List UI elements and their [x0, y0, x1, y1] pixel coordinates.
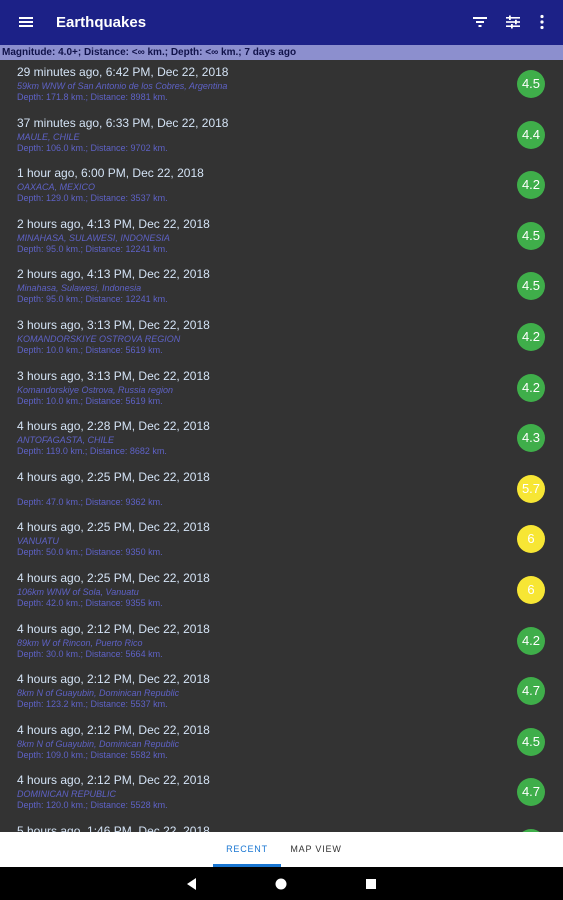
tab-recent[interactable]: RECENT [213, 832, 281, 867]
magnitude-badge: 4.4 [517, 120, 545, 149]
quake-time: 3 hours ago, 3:13 PM, Dec 22, 2018 [17, 318, 210, 332]
quake-details: Depth: 106.0 km.; Distance: 9702 km. [17, 142, 168, 153]
magnitude-badge: 4.7 [517, 677, 545, 706]
earthquake-list[interactable]: 29 minutes ago, 6:42 PM, Dec 22, 2018 59k… [0, 60, 563, 832]
quake-list-item[interactable]: 2 hours ago, 4:13 PM, Dec 22, 2018 MINAHA… [0, 212, 563, 263]
quake-time: 4 hours ago, 2:12 PM, Dec 22, 2018 [17, 621, 210, 636]
magnitude-badge: 4.7 [517, 778, 545, 807]
quake-time: 4 hours ago, 2:25 PM, Dec 22, 2018 [17, 469, 210, 484]
app-bar: Earthquakes [0, 0, 563, 45]
back-icon[interactable] [183, 875, 201, 893]
quake-time: 4 hours ago, 2:12 PM, Dec 22, 2018 [17, 722, 210, 737]
quake-time: 1 hour ago, 6:00 PM, Dec 22, 2018 [17, 166, 204, 181]
quake-list-item[interactable]: 4 hours ago, 2:12 PM, Dec 22, 2018 89km W… [0, 617, 563, 668]
quake-list-item[interactable]: 4 hours ago, 2:25 PM, Dec 22, 2018 VANUAT… [0, 515, 563, 566]
quake-list-item[interactable]: 37 minutes ago, 6:33 PM, Dec 22, 2018 MAU… [0, 111, 563, 162]
magnitude-badge: 4.5 [517, 727, 545, 756]
quake-details: Depth: 10.0 km.; Distance: 5619 km. [17, 395, 163, 406]
quake-details: Depth: 47.0 km.; Distance: 9362 km. [17, 496, 163, 507]
quake-time: 3 hours ago, 3:13 PM, Dec 22, 2018 [17, 368, 210, 383]
quake-list-item[interactable]: 4 hours ago, 2:12 PM, Dec 22, 2018 8km N … [0, 667, 563, 718]
quake-time: 2 hours ago, 4:13 PM, Dec 22, 2018 [17, 267, 210, 282]
magnitude-badge: 4.2 [517, 171, 545, 200]
quake-place: 59km WNW of San Antonio de los Cobres, A… [17, 81, 228, 91]
quake-time: 2 hours ago, 4:13 PM, Dec 22, 2018 [17, 216, 210, 231]
quake-list-item[interactable]: 4 hours ago, 2:25 PM, Dec 22, 2018 Depth:… [0, 465, 563, 516]
quake-time: 5 hours ago, 1:46 PM, Dec 22, 2018 [17, 824, 210, 832]
quake-details: Depth: 171.8 km.; Distance: 8981 km. [17, 92, 168, 102]
quake-place: VANUATU [17, 536, 59, 547]
magnitude-badge: 6 [517, 576, 545, 604]
quake-details: Depth: 109.0 km.; Distance: 5582 km. [17, 749, 168, 760]
magnitude-badge: 4.5 [517, 221, 545, 250]
quake-time: 4 hours ago, 2:12 PM, Dec 22, 2018 [17, 773, 210, 788]
filter-summary[interactable]: Magnitude: 4.0+; Distance: <∞ km.; Depth… [0, 45, 563, 60]
system-nav-bar [0, 867, 563, 900]
filter-icon[interactable] [470, 12, 490, 32]
quake-time: 4 hours ago, 2:25 PM, Dec 22, 2018 [17, 571, 210, 585]
quake-list-item[interactable]: 3 hours ago, 3:13 PM, Dec 22, 2018 Komand… [0, 364, 563, 415]
quake-place: ANTOFAGASTA, CHILE [17, 435, 115, 446]
tab-map-view[interactable]: MAP VIEW [281, 832, 351, 867]
quake-details: Depth: 95.0 km.; Distance: 12241 km. [17, 294, 168, 305]
quake-place: 89km W of Rincon, Puerto Rico [17, 637, 143, 648]
quake-list-item[interactable]: 4 hours ago, 2:12 PM, Dec 22, 2018 DOMINI… [0, 768, 563, 819]
quake-place: 106km WNW of Sola, Vanuatu [17, 587, 139, 597]
quake-details: Depth: 50.0 km.; Distance: 9350 km. [17, 547, 163, 558]
quake-list-item[interactable]: 1 hour ago, 6:00 PM, Dec 22, 2018 OAXACA,… [0, 161, 563, 212]
quake-place: MAULE, CHILE [17, 131, 80, 142]
quake-details: Depth: 120.0 km.; Distance: 5528 km. [17, 800, 168, 811]
quake-details: Depth: 95.0 km.; Distance: 12241 km. [17, 243, 168, 254]
quake-place: 8km N of Guayubin, Dominican Republic [17, 738, 180, 749]
magnitude-badge: 4.5 [517, 272, 545, 301]
magnitude-badge: 4.2 [517, 626, 545, 655]
quake-details: Depth: 10.0 km.; Distance: 5619 km. [17, 345, 163, 355]
quake-place: DOMINICAN REPUBLIC [17, 789, 117, 800]
quake-list-item[interactable]: 29 minutes ago, 6:42 PM, Dec 22, 2018 59k… [0, 60, 563, 111]
magnitude-badge: 4.2 [517, 373, 545, 402]
quake-list-item[interactable]: 2 hours ago, 4:13 PM, Dec 22, 2018 Minaha… [0, 262, 563, 313]
hamburger-menu-icon[interactable] [16, 12, 36, 32]
quake-list-item[interactable]: 4 hours ago, 2:12 PM, Dec 22, 2018 8km N … [0, 718, 563, 769]
quake-list-item[interactable]: 4 hours ago, 2:25 PM, Dec 22, 2018 106km … [0, 566, 563, 617]
quake-details: Depth: 119.0 km.; Distance: 8682 km. [17, 446, 167, 457]
magnitude-badge: 6 [517, 525, 545, 554]
more-vert-icon[interactable] [532, 12, 552, 32]
home-icon[interactable] [272, 875, 290, 893]
quake-place: Komandorskiye Ostrova, Russia region [17, 384, 174, 395]
quake-list-item[interactable]: 4 hours ago, 2:28 PM, Dec 22, 2018 ANTOFA… [0, 414, 563, 465]
quake-details: Depth: 42.0 km.; Distance: 9355 km. [17, 598, 163, 608]
magnitude-badge: 4.3 [517, 424, 545, 453]
quake-place: KOMANDORSKIYE OSTROVA REGION [17, 334, 181, 344]
quake-time: 4 hours ago, 2:25 PM, Dec 22, 2018 [17, 520, 210, 535]
quake-details: Depth: 30.0 km.; Distance: 5664 km. [17, 648, 163, 659]
quake-list-item[interactable]: 3 hours ago, 3:13 PM, Dec 22, 2018 KOMAND… [0, 313, 563, 364]
bottom-tabs: RECENT MAP VIEW [0, 832, 563, 867]
quake-place: Minahasa, Sulawesi, Indonesia [17, 283, 142, 294]
quake-place: 8km N of Guayubin, Dominican Republic [17, 688, 180, 699]
tune-icon[interactable] [503, 12, 523, 32]
magnitude-badge: 5.7 [517, 474, 545, 503]
app-title: Earthquakes [56, 14, 147, 31]
quake-list-item[interactable]: 5 hours ago, 1:46 PM, Dec 22, 2018 [0, 819, 563, 832]
magnitude-badge: 4.5 [517, 70, 545, 98]
quake-place: OAXACA, MEXICO [17, 182, 96, 193]
quake-time: 4 hours ago, 2:28 PM, Dec 22, 2018 [17, 419, 210, 434]
quake-time: 37 minutes ago, 6:33 PM, Dec 22, 2018 [17, 115, 229, 130]
quake-time: 29 minutes ago, 6:42 PM, Dec 22, 2018 [17, 65, 229, 79]
quake-details: Depth: 129.0 km.; Distance: 3537 km. [17, 193, 168, 204]
quake-details: Depth: 123.2 km.; Distance: 5537 km. [17, 699, 168, 710]
quake-time: 4 hours ago, 2:12 PM, Dec 22, 2018 [17, 672, 210, 687]
quake-place: MINAHASA, SULAWESI, INDONESIA [17, 232, 170, 243]
magnitude-badge: 4.2 [517, 323, 545, 351]
recents-icon[interactable] [362, 875, 380, 893]
